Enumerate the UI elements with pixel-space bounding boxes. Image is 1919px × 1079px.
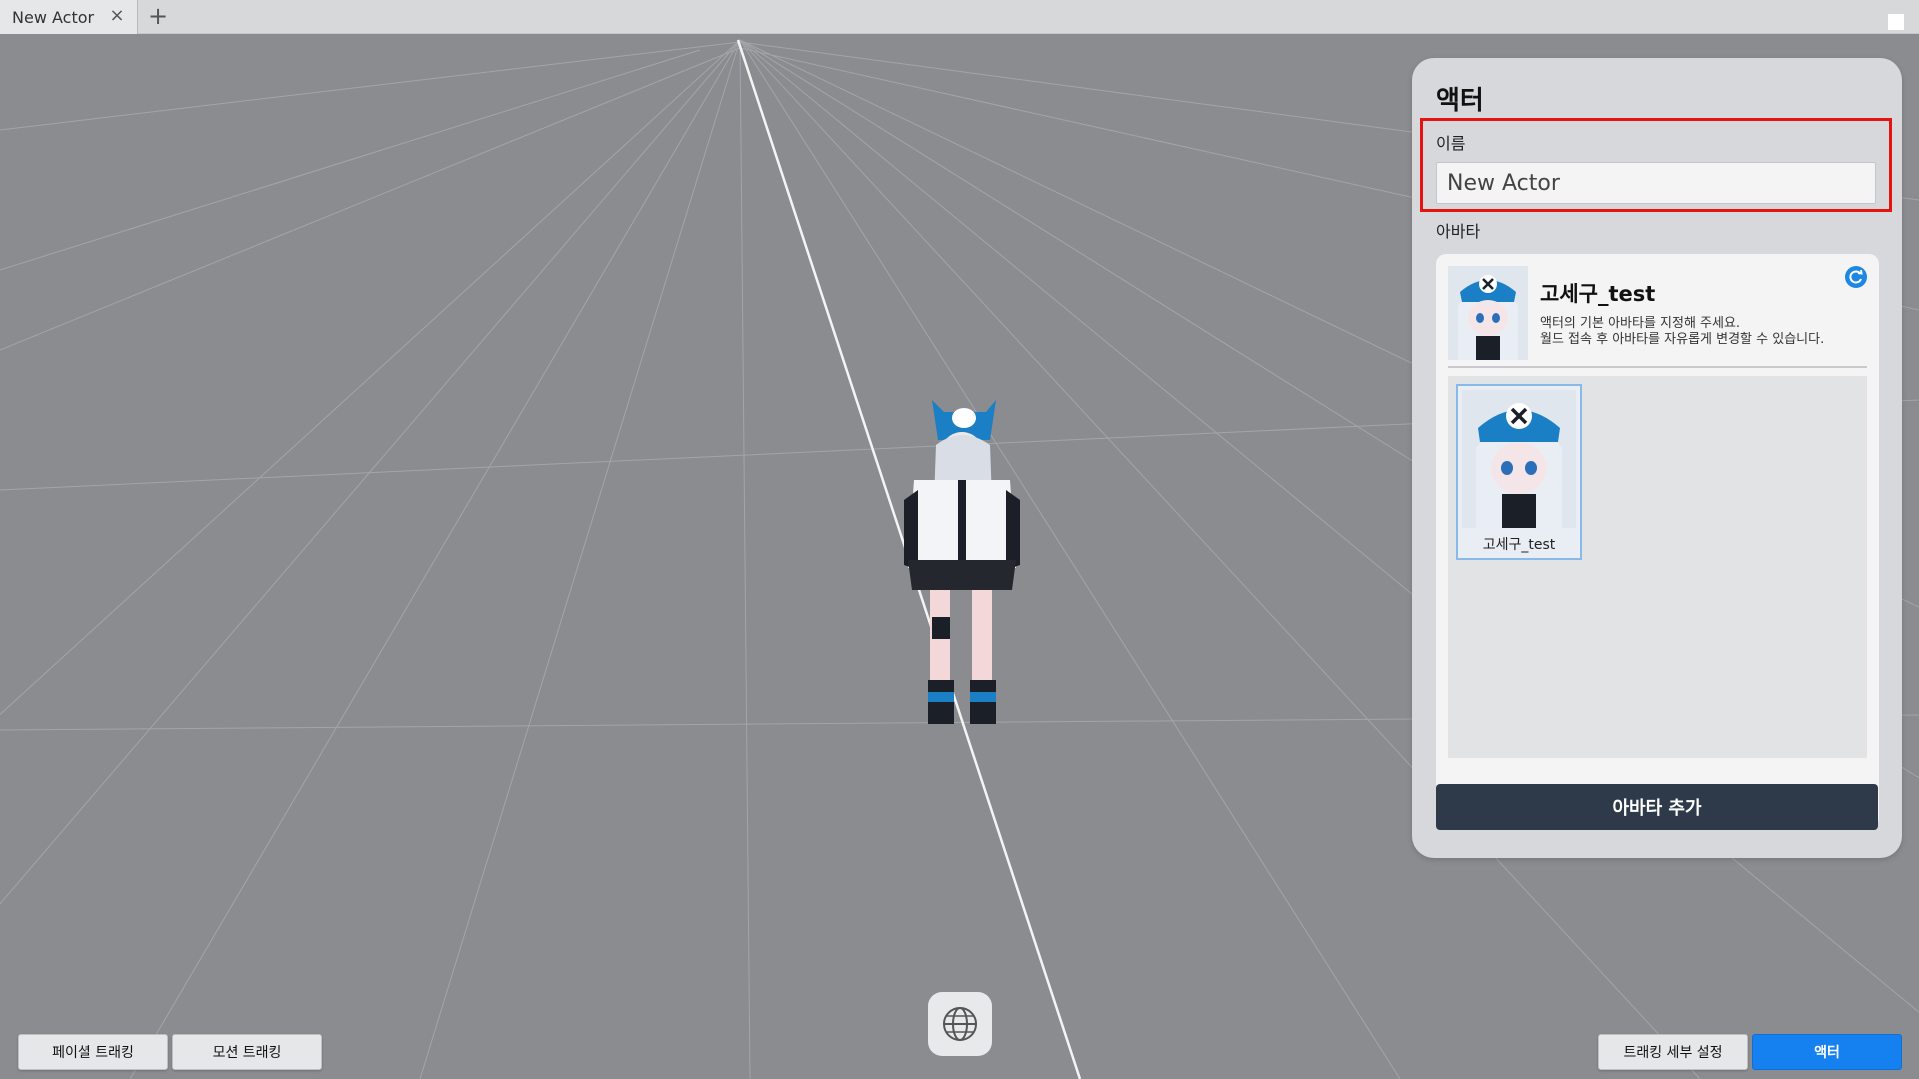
window-corner-box [1888, 14, 1904, 30]
motion-tracking-button[interactable]: 모션 트래킹 [172, 1034, 322, 1070]
avatar-list: 고세구_test [1448, 376, 1867, 758]
name-label: 이름 [1436, 134, 1466, 153]
tab-new-actor[interactable]: New Actor × [0, 0, 138, 34]
description-line-2: 월드 접속 후 아바타를 자유롭게 변경할 수 있습니다. [1540, 332, 1825, 347]
current-avatar-thumbnail [1448, 266, 1528, 360]
tracking-settings-button[interactable]: 트래킹 세부 설정 [1598, 1034, 1748, 1070]
add-tab-icon[interactable]: + [146, 4, 170, 28]
add-avatar-button[interactable]: 아바타 추가 [1436, 784, 1878, 830]
tab-label: New Actor [12, 7, 95, 27]
avatar-label: 아바타 [1436, 222, 1481, 241]
actor-button[interactable]: 액터 [1752, 1034, 1902, 1070]
globe-button[interactable] [928, 992, 992, 1056]
divider [1448, 366, 1867, 368]
panel-title: 액터 [1436, 86, 1484, 116]
current-avatar-description: 액터의 기본 아바타를 지정해 주세요. 월드 접속 후 아바타를 자유롭게 변… [1540, 316, 1824, 348]
description-line-1: 액터의 기본 아바타를 지정해 주세요. [1540, 316, 1741, 331]
close-icon[interactable]: × [107, 6, 127, 26]
actor-name-input[interactable] [1436, 162, 1876, 204]
tab-bar: New Actor × + [0, 0, 1919, 34]
avatar-list-item-caption: 고세구_test [1482, 537, 1556, 553]
actor-panel: 액터 이름 아바타 고세구_test 액터의 기본 아바타를 지정해 주세요. … [1412, 58, 1902, 858]
facial-tracking-button[interactable]: 페이셜 트래킹 [18, 1034, 168, 1070]
avatar-list-item[interactable]: 고세구_test [1456, 384, 1582, 560]
globe-icon [943, 1007, 977, 1041]
current-avatar-name: 고세구_test [1540, 282, 1656, 306]
avatar-thumbnail [1462, 390, 1576, 528]
avatar-card: 고세구_test 액터의 기본 아바타를 지정해 주세요. 월드 접속 후 아바… [1436, 254, 1879, 828]
refresh-icon[interactable] [1845, 266, 1867, 288]
